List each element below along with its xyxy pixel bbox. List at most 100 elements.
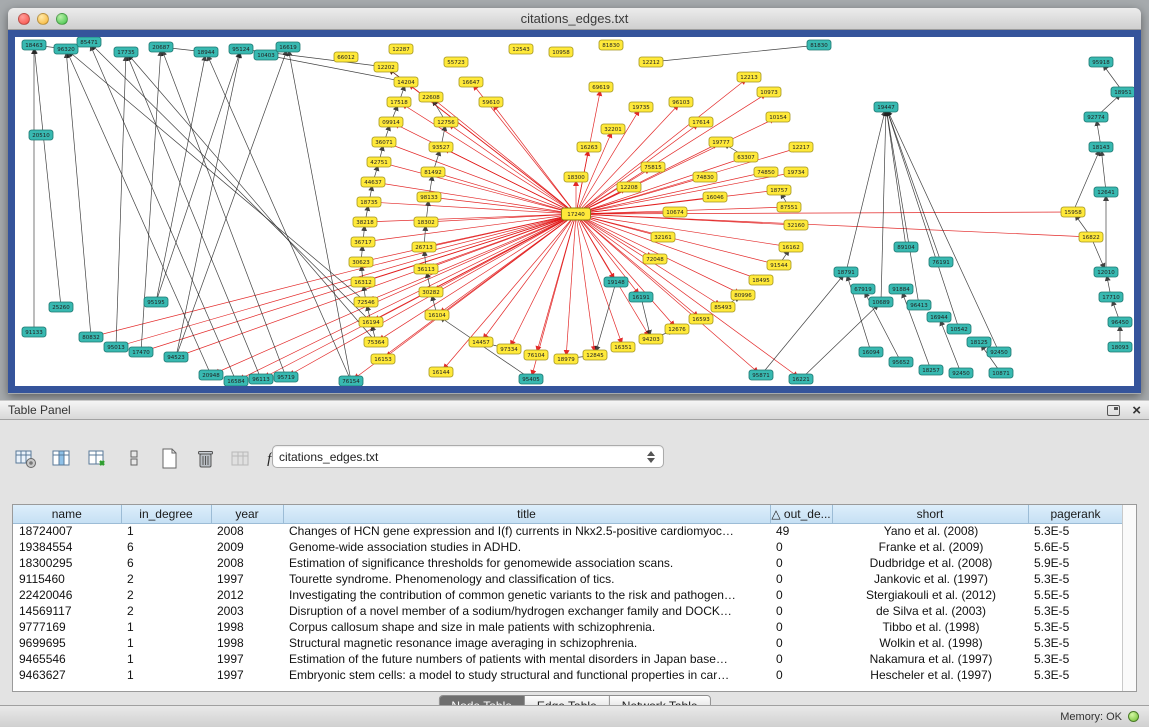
column-header[interactable]: △ out_de... bbox=[770, 505, 832, 523]
graph-node[interactable]: 81830 bbox=[599, 40, 623, 50]
graph-node[interactable]: 12208 bbox=[617, 182, 641, 192]
graph-node[interactable]: 12202 bbox=[374, 62, 398, 72]
graph-node[interactable]: 16944 bbox=[927, 312, 951, 322]
graph-node[interactable]: 10973 bbox=[757, 87, 781, 97]
graph-node[interactable]: 18979 bbox=[554, 354, 578, 364]
graph-node[interactable]: 36113 bbox=[414, 264, 438, 274]
graph-node[interactable]: 72546 bbox=[354, 297, 378, 307]
graph-node[interactable]: 32160 bbox=[784, 220, 808, 230]
table-row[interactable]: 977716911998Corpus callosum shape and si… bbox=[13, 619, 1123, 635]
graph-node[interactable]: 74850 bbox=[754, 167, 778, 177]
column-header[interactable]: year bbox=[211, 505, 283, 523]
graph-node[interactable]: 16312 bbox=[351, 277, 375, 287]
graph-node[interactable]: 94523 bbox=[164, 352, 188, 362]
graph-node[interactable]: 18735 bbox=[357, 197, 381, 207]
graph-node[interactable]: 19148 bbox=[604, 277, 628, 287]
graph-node[interactable]: 10403 bbox=[254, 50, 278, 60]
graph-node[interactable]: 12010 bbox=[1094, 267, 1118, 277]
graph-node[interactable]: 12756 bbox=[434, 117, 458, 127]
table-row[interactable]: 969969511998Structural magnetic resonanc… bbox=[13, 635, 1123, 651]
table-row[interactable]: 1872400712008Changes of HCN gene express… bbox=[13, 523, 1123, 539]
graph-node[interactable]: 15958 bbox=[1061, 207, 1085, 217]
minimize-window-button[interactable] bbox=[37, 13, 49, 25]
graph-node[interactable]: 96103 bbox=[669, 97, 693, 107]
rows-icon[interactable] bbox=[122, 447, 146, 471]
graph-node[interactable]: 44637 bbox=[361, 177, 385, 187]
graph-node[interactable]: 10542 bbox=[947, 324, 971, 334]
graph-node[interactable]: 95013 bbox=[104, 342, 128, 352]
graph-node[interactable]: 18257 bbox=[919, 365, 943, 375]
graph-node[interactable]: 14204 bbox=[394, 77, 418, 87]
network-graph[interactable]: 1846396320854711773520687189449512410403… bbox=[15, 37, 1134, 386]
graph-node[interactable]: 55723 bbox=[444, 57, 468, 67]
graph-node[interactable]: 67919 bbox=[851, 284, 875, 294]
graph-node[interactable]: 16191 bbox=[629, 292, 653, 302]
graph-node[interactable]: 18757 bbox=[767, 185, 791, 195]
graph-node[interactable]: 16263 bbox=[577, 142, 601, 152]
graph-node[interactable]: 30282 bbox=[419, 287, 443, 297]
graph-node[interactable]: 72048 bbox=[643, 254, 667, 264]
graph-node[interactable]: 10674 bbox=[663, 207, 687, 217]
graph-node[interactable]: 18791 bbox=[834, 267, 858, 277]
graph-node[interactable]: 76191 bbox=[929, 257, 953, 267]
table-row[interactable]: 1830029562008Estimation of significance … bbox=[13, 555, 1123, 571]
graph-node[interactable]: 96320 bbox=[54, 44, 78, 54]
graph-node[interactable]: 16593 bbox=[689, 314, 713, 324]
graph-node[interactable]: 87551 bbox=[777, 202, 801, 212]
graph-node[interactable]: 81830 bbox=[807, 40, 831, 50]
graph-node[interactable]: 18143 bbox=[1089, 142, 1113, 152]
graph-node[interactable]: 80832 bbox=[79, 332, 103, 342]
graph-node[interactable]: 96113 bbox=[249, 374, 273, 384]
graph-node[interactable]: 66012 bbox=[334, 52, 358, 62]
graph-node[interactable]: 95195 bbox=[144, 297, 168, 307]
table-settings-icon[interactable] bbox=[14, 447, 38, 471]
graph-node[interactable]: 81492 bbox=[421, 167, 445, 177]
graph-node[interactable]: 96450 bbox=[1108, 317, 1132, 327]
graph-node[interactable]: 18495 bbox=[749, 275, 773, 285]
graph-node[interactable]: 91884 bbox=[889, 284, 913, 294]
graph-node[interactable]: 93527 bbox=[429, 142, 453, 152]
table-row[interactable]: 911546021997Tourette syndrome. Phenomeno… bbox=[13, 571, 1123, 587]
graph-node[interactable]: 16619 bbox=[276, 42, 300, 52]
graph-node[interactable]: 12212 bbox=[639, 57, 663, 67]
graph-node[interactable]: 17518 bbox=[387, 97, 411, 107]
graph-node[interactable]: 80996 bbox=[731, 290, 755, 300]
new-table-icon[interactable] bbox=[158, 447, 182, 471]
graph-node[interactable]: 95918 bbox=[1089, 57, 1113, 67]
graph-node[interactable]: 22608 bbox=[419, 92, 443, 102]
graph-node[interactable]: 97334 bbox=[497, 344, 521, 354]
graph-node[interactable]: 16094 bbox=[859, 347, 883, 357]
add-column-icon[interactable] bbox=[86, 447, 110, 471]
window-titlebar[interactable]: citations_edges.txt bbox=[8, 8, 1141, 30]
graph-node[interactable]: 85471 bbox=[77, 37, 101, 47]
graph-node[interactable]: 30623 bbox=[349, 257, 373, 267]
graph-node[interactable]: 16584 bbox=[224, 376, 248, 386]
graph-node[interactable]: 16162 bbox=[779, 242, 803, 252]
graph-node[interactable]: 10154 bbox=[766, 112, 790, 122]
graph-node[interactable]: 17614 bbox=[689, 117, 713, 127]
graph-node[interactable]: 17470 bbox=[129, 347, 153, 357]
graph-node[interactable]: 16822 bbox=[1079, 232, 1103, 242]
graph-node[interactable]: 19447 bbox=[874, 102, 898, 112]
graph-node[interactable]: 26713 bbox=[412, 242, 436, 252]
graph-node[interactable]: 89104 bbox=[894, 242, 918, 252]
graph-node[interactable]: 95719 bbox=[274, 372, 298, 382]
graph-node[interactable]: 36717 bbox=[351, 237, 375, 247]
graph-node[interactable]: 69619 bbox=[589, 82, 613, 92]
graph-node[interactable]: 09914 bbox=[379, 117, 403, 127]
column-header[interactable]: short bbox=[832, 505, 1028, 523]
graph-node[interactable]: 92450 bbox=[949, 368, 973, 378]
graph-node[interactable]: 18944 bbox=[194, 47, 218, 57]
graph-node[interactable]: 12287 bbox=[389, 44, 413, 54]
table-row[interactable]: 946362711997Embryonic stem cells: a mode… bbox=[13, 667, 1123, 683]
graph-node[interactable]: 95652 bbox=[889, 357, 913, 367]
table-row[interactable]: 2242004622012Investigating the contribut… bbox=[13, 587, 1123, 603]
graph-node[interactable]: 32161 bbox=[651, 232, 675, 242]
graph-node[interactable]: 92774 bbox=[1084, 112, 1108, 122]
graph-node[interactable]: 96413 bbox=[907, 300, 931, 310]
table-row[interactable]: 946554611997Estimation of the future num… bbox=[13, 651, 1123, 667]
graph-node[interactable]: 98133 bbox=[417, 192, 441, 202]
graph-node[interactable]: 75364 bbox=[364, 337, 388, 347]
graph-node[interactable]: 17710 bbox=[1099, 292, 1123, 302]
close-panel-icon[interactable]: × bbox=[1132, 404, 1141, 417]
